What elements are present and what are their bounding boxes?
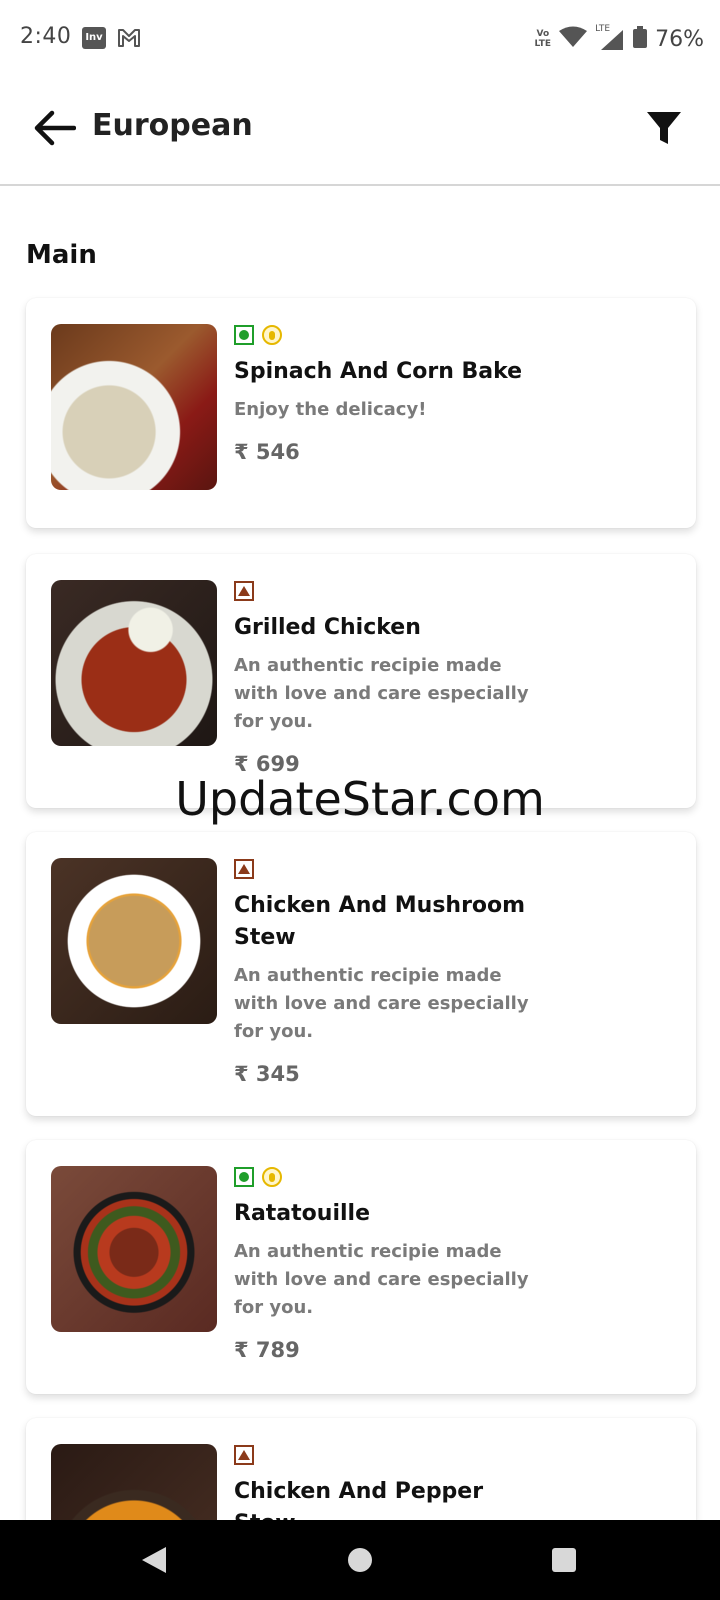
dish-tags — [234, 858, 534, 880]
inv-app-icon: Inv — [82, 27, 106, 49]
dish-description: An authentic recipie made with love and … — [234, 1241, 529, 1318]
nav-recents-button[interactable] — [544, 1540, 584, 1580]
dish-name: Grilled Chicken — [234, 615, 421, 640]
jain-icon — [262, 1167, 282, 1187]
dish-name: Chicken And Pepper Stew — [234, 1479, 484, 1520]
status-bar: 2:40 Inv Vo LTE LTE 76% — [0, 0, 720, 78]
volte-top-label: Vo — [536, 29, 550, 39]
system-navigation-bar — [0, 1520, 720, 1600]
menu-item-card[interactable]: Chicken And Pepper Stew — [26, 1418, 696, 1520]
volte-bottom-label: LTE — [534, 39, 552, 49]
back-button[interactable] — [26, 100, 82, 156]
status-time: 2:40 — [20, 24, 72, 49]
home-circle-icon — [348, 1548, 372, 1572]
gmail-icon — [117, 27, 141, 49]
dish-price: ₹ 546 — [234, 440, 300, 464]
menu-item-card[interactable]: Chicken And Mushroom Stew An authentic r… — [26, 832, 696, 1116]
menu-item-card[interactable]: Ratatouille An authentic recipie made wi… — [26, 1140, 696, 1394]
dish-description: Enjoy the delicacy! — [234, 399, 427, 420]
dish-tags — [234, 324, 534, 346]
non-veg-icon — [234, 859, 254, 879]
nav-home-button[interactable] — [340, 1540, 380, 1580]
app-header: European — [0, 78, 720, 186]
veg-icon — [234, 325, 254, 345]
dish-tags — [234, 1166, 534, 1188]
non-veg-icon — [234, 581, 254, 601]
non-veg-icon — [234, 1445, 254, 1465]
watermark: UpdateStar.com — [175, 772, 545, 826]
dish-image — [51, 1166, 217, 1332]
section-title: Main — [26, 240, 97, 270]
dish-image — [51, 324, 217, 490]
veg-icon — [234, 1167, 254, 1187]
recents-square-icon — [552, 1548, 576, 1572]
wifi-icon — [559, 26, 588, 52]
dish-image — [51, 580, 217, 746]
volte-icon: Vo LTE — [535, 29, 552, 49]
page-title: European — [92, 108, 253, 143]
dish-image — [51, 1444, 217, 1520]
dish-tags — [234, 580, 534, 602]
jain-icon — [262, 325, 282, 345]
menu-item-card[interactable]: Grilled Chicken An authentic recipie mad… — [26, 554, 696, 808]
dish-price: ₹ 789 — [234, 1338, 300, 1362]
filter-button[interactable] — [636, 100, 692, 156]
back-arrow-icon — [34, 110, 76, 146]
cellular-signal-icon: LTE — [595, 24, 625, 52]
status-indicators: Vo LTE LTE 76% — [535, 22, 704, 56]
menu-item-card[interactable]: Spinach And Corn Bake Enjoy the delicacy… — [26, 298, 696, 528]
dish-name: Ratatouille — [234, 1201, 370, 1226]
battery-percentage: 76% — [655, 26, 704, 52]
dish-description: An authentic recipie made with love and … — [234, 655, 529, 732]
filter-icon — [647, 112, 681, 144]
dish-name: Chicken And Mushroom Stew — [234, 893, 526, 950]
dish-name: Spinach And Corn Bake — [234, 359, 523, 384]
nav-back-button[interactable] — [134, 1540, 174, 1580]
battery-icon — [633, 26, 648, 52]
dish-price: ₹ 345 — [234, 1062, 300, 1086]
dish-description: An authentic recipie made with love and … — [234, 965, 529, 1042]
dish-image — [51, 858, 217, 1024]
back-triangle-icon — [142, 1547, 166, 1573]
dish-tags — [234, 1444, 534, 1466]
